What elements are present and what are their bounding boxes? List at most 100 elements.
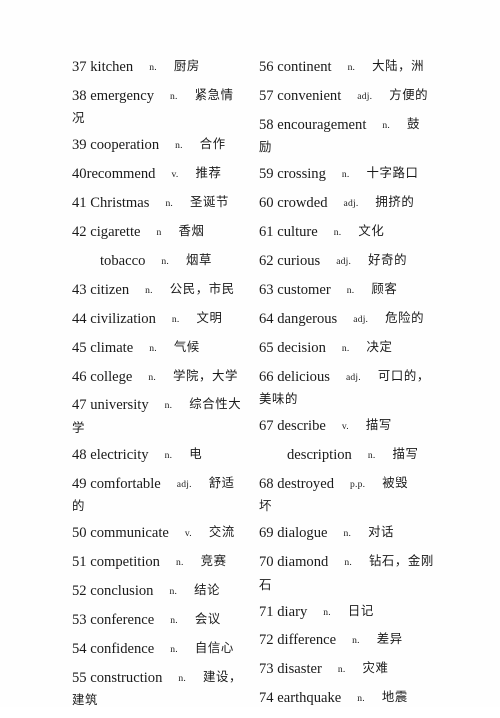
vocabulary-column-left: 37 kitchen n. 厨房 38 emergency n. 紧急情况 39 coope… xyxy=(0,58,255,718)
entry-part-of-speech: adj. xyxy=(353,313,369,325)
entry-word: citizen xyxy=(90,281,130,298)
entry-translation: 电 xyxy=(189,445,203,461)
entry-translation: 推荐 xyxy=(195,165,222,181)
entry-translation: 交流 xyxy=(208,524,235,540)
vocabulary-entry: 63 customer n. 顾客 xyxy=(259,281,500,300)
entry-translation: 决定 xyxy=(366,338,393,354)
entry-number: 46 xyxy=(72,368,87,385)
entry-number: 65 xyxy=(259,339,274,356)
entry-part-of-speech: n. xyxy=(333,227,342,239)
vocabulary-entry: 38 emergency n. 紧急情况 xyxy=(72,87,255,127)
vocabulary-entry: 66 delicious adj. 可口的， 美味的 xyxy=(259,368,500,408)
entry-part-of-speech: n. xyxy=(352,635,360,647)
entry-word: construction xyxy=(90,669,163,686)
vocabulary-entry: 68 destroyed p.p. 被毁坏 xyxy=(259,475,500,515)
entry-part-of-speech: n. xyxy=(148,371,156,383)
entry-part-of-speech: n. xyxy=(337,664,346,676)
entry-part-of-speech: p.p. xyxy=(350,478,366,490)
vocabulary-entry: 47 university n. 综合性大学 xyxy=(72,396,255,436)
vocabulary-entry: 64 dangerous adj. 危险的 xyxy=(259,310,500,329)
entry-number: 54 xyxy=(72,640,87,657)
entry-part-of-speech: v. xyxy=(184,528,192,540)
entry-word: dangerous xyxy=(277,310,338,327)
entry-word: dialogue xyxy=(277,525,328,542)
entry-word: confidence xyxy=(90,640,155,657)
vocabulary-entry: 74 earthquake n. 地震 xyxy=(259,689,500,708)
entry-word: description xyxy=(287,446,352,463)
vocabulary-entry: 42 cigarette n 香烟 xyxy=(72,223,255,242)
entry-translation: 灾难 xyxy=(362,660,389,676)
entry-translation-wrap: 励 xyxy=(259,139,272,155)
entry-word: describe xyxy=(277,417,326,434)
vocabulary-entry: 61 culture n. 文化 xyxy=(259,223,500,242)
entry-number: 40 xyxy=(72,166,87,183)
vocabulary-entry: 43 citizen n. 公民，市民 xyxy=(72,281,255,300)
entry-translation-wrap: 建筑 xyxy=(72,692,98,708)
entry-word: diamond xyxy=(277,554,329,571)
entry-number: 50 xyxy=(72,525,87,542)
entry-word: crossing xyxy=(277,166,326,183)
entry-translation: 钻石，金刚 xyxy=(368,553,434,569)
entry-number: 71 xyxy=(259,603,274,620)
entry-number: 61 xyxy=(259,224,274,241)
vocabulary-entry: 40recommend v. 推荐 xyxy=(72,165,255,184)
vocabulary-entry: 58 encouragement n. 鼓励 xyxy=(259,116,500,156)
entry-number: 41 xyxy=(72,195,87,212)
entry-number: 52 xyxy=(72,583,87,599)
entry-part-of-speech: n. xyxy=(323,606,331,618)
entry-part-of-speech: n. xyxy=(170,643,178,655)
entry-number: 38 xyxy=(72,87,87,104)
entry-part-of-speech: n. xyxy=(165,198,174,210)
entry-part-of-speech: n. xyxy=(164,449,173,461)
vocabulary-entry: 67 describe v. 描写 xyxy=(259,417,500,436)
entry-translation: 十字路口 xyxy=(366,165,419,181)
entry-translation: 圣诞节 xyxy=(190,194,230,210)
entry-word: earthquake xyxy=(277,690,342,707)
entry-part-of-speech: n. xyxy=(149,342,157,354)
entry-part-of-speech: adj. xyxy=(176,478,192,490)
vocabulary-entry: 49 comfortable adj. 舒适的 xyxy=(72,475,255,515)
entry-part-of-speech: n xyxy=(156,227,162,239)
entry-word: destroyed xyxy=(277,475,334,492)
vocabulary-columns: 37 kitchen n. 厨房 38 emergency n. 紧急情况 39 coope… xyxy=(0,58,500,718)
entry-number: 48 xyxy=(72,446,87,463)
entry-part-of-speech: n. xyxy=(341,342,350,354)
entry-translation: 建设， xyxy=(203,668,242,684)
entry-translation: 地震 xyxy=(381,689,408,705)
entry-part-of-speech: v. xyxy=(171,169,179,181)
entry-translation: 差异 xyxy=(376,631,403,647)
entry-word: encouragement xyxy=(277,116,367,133)
vocabulary-entry: 37 kitchen n. 厨房 xyxy=(72,58,255,77)
entry-part-of-speech: adj. xyxy=(357,90,373,102)
entry-number: 68 xyxy=(259,475,274,492)
entry-translation: 公民，市民 xyxy=(169,280,235,296)
vocabulary-entry: 55 construction n. 建设， 建筑 xyxy=(72,669,255,709)
entry-word: kitchen xyxy=(90,59,134,75)
vocabulary-entry: tobacco n. 烟草 xyxy=(72,252,255,271)
entry-word: emergency xyxy=(90,87,154,104)
entry-translation: 被毁 xyxy=(382,474,409,490)
entry-part-of-speech: n. xyxy=(344,557,352,569)
entry-part-of-speech: adj. xyxy=(345,371,361,383)
entry-translation: 描写 xyxy=(365,416,392,432)
vocabulary-entry: 46 college n. 学院，大学 xyxy=(72,368,255,387)
entry-translation: 危险的 xyxy=(385,309,425,325)
entry-translation: 烟草 xyxy=(186,251,212,267)
entry-word: culture xyxy=(277,224,318,241)
entry-number: 60 xyxy=(259,195,274,212)
vocabulary-entry: 56 continent n. 大陆，洲 xyxy=(259,58,500,77)
entry-part-of-speech: n. xyxy=(145,284,153,296)
entry-number: 73 xyxy=(259,661,274,678)
entry-word: college xyxy=(90,368,133,385)
entry-translation: 自信心 xyxy=(194,639,234,655)
vocabulary-entry: 44 civilization n. 文明 xyxy=(72,310,255,329)
entry-part-of-speech: n. xyxy=(343,528,352,540)
entry-part-of-speech: n. xyxy=(164,400,173,412)
entry-word: convenient xyxy=(277,87,342,104)
vocabulary-entry: 50 communicate v. 交流 xyxy=(72,524,255,543)
entry-part-of-speech: n. xyxy=(175,557,184,569)
entry-translation: 厨房 xyxy=(173,58,200,73)
vocabulary-entry: 73 disaster n. 灾难 xyxy=(259,660,500,679)
entry-part-of-speech: n. xyxy=(149,62,157,73)
entry-word: curious xyxy=(277,252,321,269)
